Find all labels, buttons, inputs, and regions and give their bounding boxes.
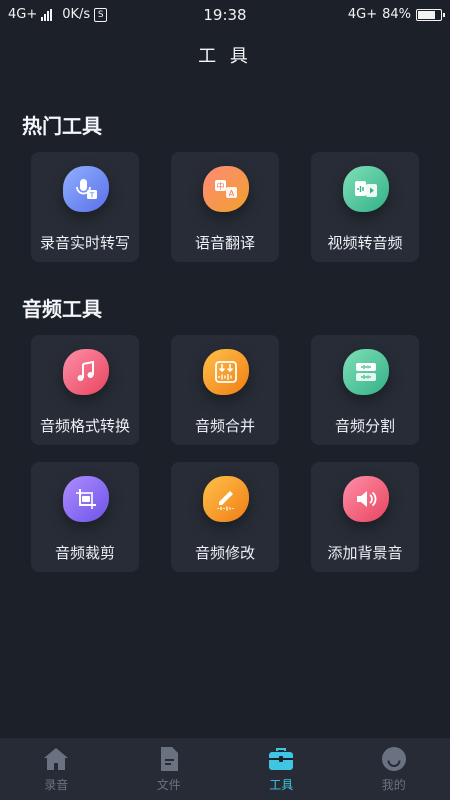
tool-tile-video-to-audio[interactable]: 视频转音频 <box>311 152 419 262</box>
tool-tile-voice-translate[interactable]: 中A 语音翻译 <box>171 152 279 262</box>
video-to-audio-icon <box>343 166 389 212</box>
section-title-hot-tools: 热门工具 <box>22 114 102 138</box>
tool-tile-audio-merge[interactable]: 音频合并 <box>171 335 279 445</box>
svg-text:中: 中 <box>217 181 225 191</box>
tab-label: 录音 <box>44 778 69 792</box>
tool-label: 语音翻译 <box>194 234 255 252</box>
speaker-icon <box>343 476 389 522</box>
page-title: 工 具 <box>198 46 252 67</box>
tool-tile-audio-split[interactable]: 音频分割 <box>311 335 419 445</box>
section-title-audio-tools: 音频工具 <box>22 297 102 321</box>
network-indicator-right: 4G+ <box>347 7 378 22</box>
tab-files[interactable]: 文件 <box>113 738 226 800</box>
tab-label: 我的 <box>381 778 406 792</box>
tab-profile[interactable]: 我的 <box>338 738 450 800</box>
home-icon <box>42 746 70 772</box>
svg-text:A: A <box>229 189 235 198</box>
music-note-icon <box>63 349 109 395</box>
tool-tile-format-convert[interactable]: 音频格式转换 <box>31 335 139 445</box>
merge-icon <box>203 349 249 395</box>
file-icon <box>155 746 183 772</box>
tool-label: 添加背景音 <box>327 544 403 562</box>
battery-icon <box>416 8 445 21</box>
tool-label: 音频修改 <box>194 544 255 562</box>
tool-tile-realtime-transcribe[interactable]: T 录音实时转写 <box>31 152 139 262</box>
tool-label: 音频裁剪 <box>54 544 115 562</box>
profile-face-icon <box>380 746 408 772</box>
tool-label: 音频分割 <box>334 417 395 435</box>
tab-tools[interactable]: 工具 <box>225 738 338 800</box>
tool-label: 音频格式转换 <box>39 417 130 435</box>
split-icon <box>343 349 389 395</box>
translate-icon: 中A <box>203 166 249 212</box>
crop-icon <box>63 476 109 522</box>
svg-text:T: T <box>89 192 95 200</box>
tool-label: 录音实时转写 <box>39 234 130 252</box>
tool-label: 音频合并 <box>194 417 255 435</box>
tool-tile-audio-crop[interactable]: 音频裁剪 <box>31 462 139 572</box>
edit-audio-icon <box>203 476 249 522</box>
tab-record[interactable]: 录音 <box>0 738 113 800</box>
toolbox-icon <box>267 746 295 772</box>
tool-label: 视频转音频 <box>327 234 403 252</box>
tab-label: 工具 <box>269 778 294 792</box>
battery-percent: 84% <box>382 7 411 22</box>
bottom-tab-bar: 录音 文件 工具 我的 <box>0 738 450 800</box>
tool-tile-audio-edit[interactable]: 音频修改 <box>171 462 279 572</box>
status-bar: 4G+ 0K/s S 19:38 4G+ 84% <box>0 0 450 30</box>
mic-transcribe-icon: T <box>63 166 109 212</box>
tool-tile-add-background-sound[interactable]: 添加背景音 <box>311 462 419 572</box>
tab-label: 文件 <box>156 778 181 792</box>
